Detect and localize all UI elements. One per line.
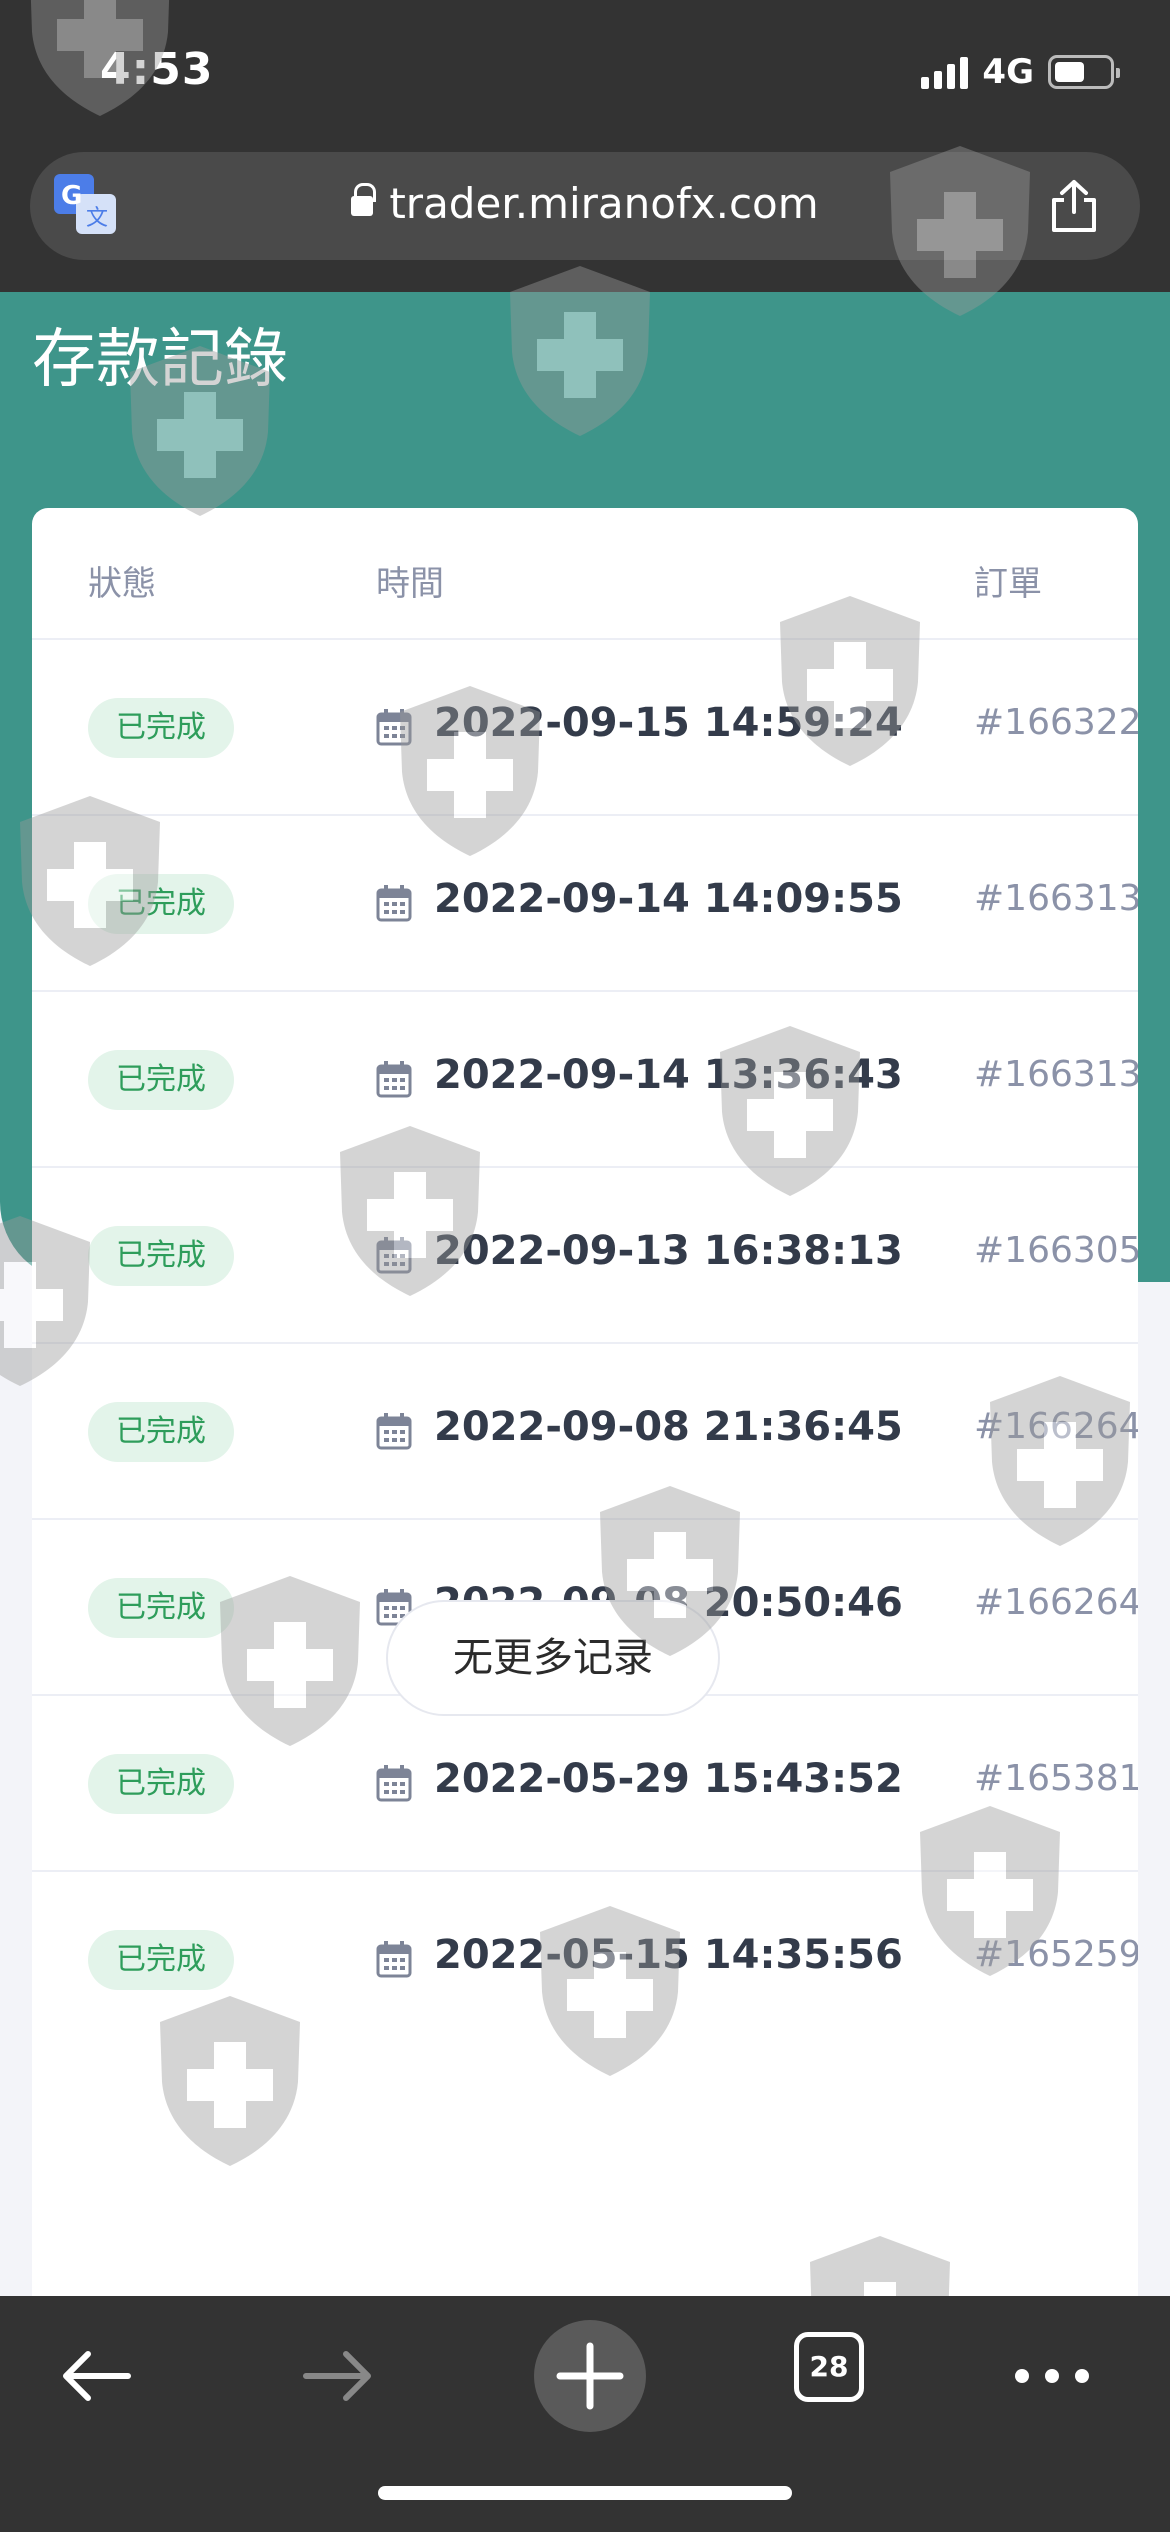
page-title: 存款記錄: [32, 323, 288, 397]
calendar-icon: [376, 1941, 412, 1978]
back-button[interactable]: [56, 2336, 136, 2416]
row-datetime: 2022-05-29 15:43:52: [434, 1756, 903, 1802]
calendar-icon: [376, 885, 412, 922]
status-indicators: 4G: [921, 52, 1120, 92]
row-order-id: #1652596: [974, 1934, 1138, 1975]
plus-icon: [534, 2320, 646, 2432]
status-badge: 已完成: [88, 1402, 234, 1462]
row-datetime: 2022-09-08 21:36:45: [434, 1404, 903, 1450]
row-order-id: #1653810: [974, 1758, 1138, 1799]
new-tab-button[interactable]: [532, 2318, 648, 2434]
column-header-order: 訂單: [974, 564, 1042, 604]
battery-icon: [1048, 55, 1120, 89]
row-order-id: #1663058: [974, 1230, 1138, 1271]
forward-arrow-icon: [303, 2351, 371, 2401]
table-row[interactable]: 已完成 2022-05-29 15:43:52 #1653810: [32, 1696, 1138, 1872]
calendar-icon: [376, 1765, 412, 1802]
row-datetime: 2022-09-15 14:59:24: [434, 700, 903, 746]
network-type: 4G: [982, 52, 1034, 92]
row-order-id: #1663135: [974, 878, 1138, 919]
row-order-id: #1663225: [974, 702, 1138, 743]
table-header: 狀態 時間 訂單: [32, 508, 1138, 640]
deposit-records-card: 狀態 時間 訂單 已完成 2022-09-15 14:59:24 #166322…: [32, 508, 1138, 2298]
url-text: trader.miranofx.com: [389, 179, 819, 228]
row-order-id: #1663133: [974, 1054, 1138, 1095]
page: 4:53 4G G 文 trader.miranofx.com 存款記錄 狀態 …: [0, 0, 1170, 2532]
status-badge: 已完成: [88, 1930, 234, 1990]
status-badge: 已完成: [88, 1578, 234, 1638]
table-row[interactable]: 已完成 2022-09-13 16:38:13 #1663058: [32, 1168, 1138, 1344]
status-badge: 已完成: [88, 1050, 234, 1110]
calendar-icon: [376, 1061, 412, 1098]
column-header-status: 狀態: [88, 564, 156, 604]
status-badge: 已完成: [88, 874, 234, 934]
column-header-time: 時間: [376, 564, 444, 604]
table-row[interactable]: 已完成 2022-09-14 14:09:55 #1663135: [32, 816, 1138, 992]
table-row[interactable]: 已完成 2022-09-14 13:36:43 #1663133: [32, 992, 1138, 1168]
share-icon[interactable]: [1048, 178, 1100, 234]
row-order-id: #1662641: [974, 1582, 1138, 1623]
more-menu-button[interactable]: [1010, 2336, 1094, 2416]
calendar-icon: [376, 1413, 412, 1450]
lock-icon: [351, 183, 377, 216]
address-bar[interactable]: G 文 trader.miranofx.com: [30, 152, 1140, 260]
row-datetime: 2022-09-13 16:38:13: [434, 1228, 903, 1274]
status-badge: 已完成: [88, 1226, 234, 1286]
browser-top-chrome: 4:53 4G G 文 trader.miranofx.com: [0, 0, 1170, 292]
row-datetime: 2022-09-14 14:09:55: [434, 876, 903, 922]
forward-button[interactable]: [298, 2336, 378, 2416]
status-time: 4:53: [100, 44, 214, 95]
table-row[interactable]: 已完成 2022-05-15 14:35:56 #1652596: [32, 1872, 1138, 2048]
table-row[interactable]: 已完成 2022-09-15 14:59:24 #1663225: [32, 640, 1138, 816]
table-row[interactable]: 已完成 2022-09-08 21:36:45 #1662644: [32, 1344, 1138, 1520]
back-arrow-icon: [63, 2351, 131, 2401]
status-badge: 已完成: [88, 1754, 234, 1814]
tabs-button[interactable]: 28: [794, 2332, 864, 2402]
row-datetime: 2022-09-14 13:36:43: [434, 1052, 903, 1098]
calendar-icon: [376, 1237, 412, 1274]
calendar-icon: [376, 709, 412, 746]
no-more-records-button[interactable]: 无更多记录: [386, 1600, 720, 1716]
status-badge: 已完成: [88, 698, 234, 758]
home-indicator: [378, 2486, 792, 2500]
more-dots-icon: [1015, 2369, 1089, 2383]
row-order-id: #1662644: [974, 1406, 1138, 1447]
signal-icon: [921, 55, 969, 89]
url-display[interactable]: trader.miranofx.com: [30, 179, 1140, 228]
row-datetime: 2022-05-15 14:35:56: [434, 1932, 903, 1978]
